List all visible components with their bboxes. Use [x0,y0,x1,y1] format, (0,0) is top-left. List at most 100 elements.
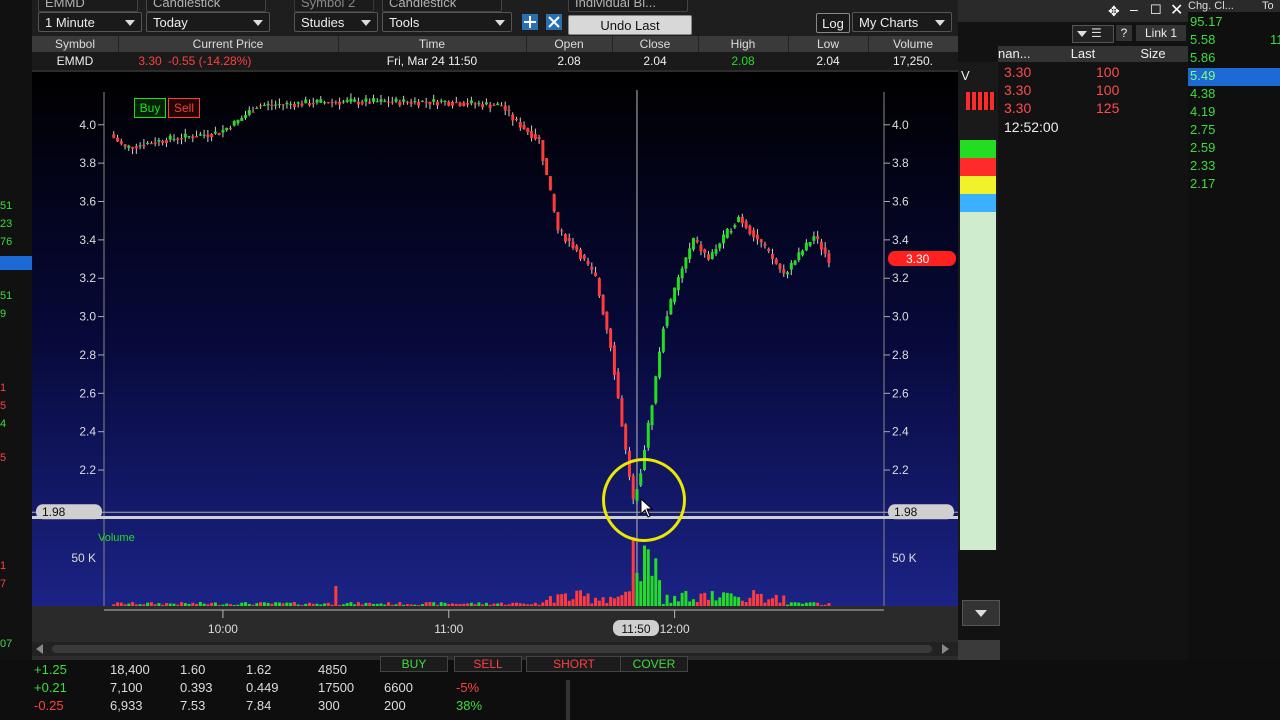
watch-row[interactable]: 2.33 [1188,158,1280,176]
candle [526,128,530,132]
undo-last-button[interactable]: Undo Last [568,15,692,35]
close-icon[interactable]: ✕ [1170,0,1183,20]
help-button[interactable]: ? [1116,25,1132,41]
candle [537,137,541,140]
candle [311,102,315,105]
candle [714,249,718,254]
scroll-left-icon[interactable] [36,644,43,654]
quote-close: 2.04 [643,54,667,68]
quote-header: Open [526,36,613,52]
bottom-divider [566,680,570,720]
candle [379,99,383,102]
candle [699,244,703,252]
watch-row[interactable]: 5.49 [1188,68,1280,86]
horizontal-scrollbar[interactable] [32,642,958,656]
link-button[interactable]: Link 1 [1136,25,1186,41]
buy-button[interactable]: Buy [134,98,166,118]
watch-row[interactable]: 2.17 [1188,176,1280,194]
symbol2-dropdown[interactable]: Symbol 2 [294,0,374,12]
left-strip-value: 51 [0,290,13,302]
move-icon[interactable]: ✥ [1108,3,1120,20]
candle [522,125,526,130]
watchlist-panel: Chg. Cl... To 95.17 5.58 11 5.86 5.49 4.38 4.1… [1188,0,1280,680]
price-tick-label: 3.4 [79,233,96,247]
candle [296,102,300,104]
watch-row[interactable]: 5.58 11 [1188,32,1280,50]
candle [789,262,793,270]
price-tick-label: 3.6 [79,195,96,209]
volume-bar [710,591,714,606]
candle [590,266,594,270]
chart-plot-area[interactable]: 4.0 4.0 3.8 3.8 3.6 3.6 3.4 3.4 3.2 3.2 3.0 3.0 2.8 2… [32,72,958,606]
crosshair-price-label: 1.98 [42,505,66,519]
watch-row[interactable]: 2.75 [1188,122,1280,140]
symbol-dropdown[interactable]: EMMD [38,0,138,12]
interval-dropdown[interactable]: 1 Minute [38,12,142,32]
volume-bar [759,593,763,606]
candle [326,102,330,104]
studies-dropdown[interactable]: Studies [294,12,378,32]
watch-row[interactable]: 4.19 [1188,104,1280,122]
candle [703,249,707,253]
ts-row: 3.30 100 [1004,82,1119,98]
price-tick-label: 2.4 [79,425,96,439]
cursor-arrow-icon [640,497,654,523]
watch-row[interactable]: 5.86 [1188,50,1280,68]
left-strip-value: 5 [0,400,7,412]
log-button[interactable]: Log [816,13,850,33]
volume-bar [774,594,778,606]
tools-dropdown[interactable]: Tools [382,12,512,32]
watch-row[interactable]: 2.59 [1188,140,1280,158]
price-tick-label: 4.0 [79,118,96,132]
chevron-down-icon [1077,31,1087,37]
ts-last: 3.30 [1004,64,1032,80]
order-cover-button[interactable]: COVER [620,656,688,672]
position-cell: 38% [456,698,483,713]
quote-row[interactable]: EMMD 3.30 -0.55 (-14.28%) Fri, Mar 24 11… [32,52,958,70]
scroll-thumb[interactable] [52,645,932,653]
order-sell-button[interactable]: SELL [454,656,522,672]
position-cell: 7,100 [110,680,143,695]
candle [153,142,157,144]
sell-button[interactable]: Sell [168,98,200,118]
position-cell: 0.393 [180,680,213,695]
candle [300,103,304,106]
candle [624,424,628,450]
fit-chart-icon[interactable] [520,12,540,32]
scroll-right-icon[interactable] [942,644,949,654]
candle [488,104,492,108]
watch-row[interactable]: 95.17 [1188,14,1280,32]
watch-row[interactable]: 4.38 [1188,86,1280,104]
candle [119,141,123,144]
order-short-button[interactable]: SHORT [526,656,622,672]
candle [356,101,360,105]
range-dropdown[interactable]: Today [146,12,270,32]
candle [341,101,345,103]
volume-bar [703,592,707,606]
zoom-icon[interactable] [544,12,564,32]
chart-style2-label: Candlestick [389,0,457,10]
minimize-icon[interactable]: – [1130,1,1138,17]
chart-style2-dropdown[interactable]: Candlestick [382,0,502,12]
menu-dropdown[interactable]: ☰ [1072,25,1114,43]
price-chart[interactable]: 4.0 4.0 3.8 3.8 3.6 3.6 3.4 3.4 3.2 3.2 3.0 3.0 2.8 2… [32,72,958,606]
position-cell: 6,933 [110,698,143,713]
candle [778,264,782,270]
order-buy-button[interactable]: BUY [380,656,448,672]
order-dropdown[interactable] [962,600,1000,626]
maximize-icon[interactable]: ☐ [1150,2,1162,18]
volume-bar [643,545,647,606]
candle [812,236,816,241]
my-charts-dropdown[interactable]: My Charts [852,12,952,32]
candle [142,144,146,147]
price-tick-label: 3.2 [79,271,96,285]
ts-size: 125 [1096,100,1120,116]
chart-style-dropdown[interactable]: Candlestick [146,0,266,12]
layout-dropdown[interactable]: Individual Bl... [568,0,688,12]
ts-col-last: Last [1070,46,1096,61]
volume-bar [548,596,552,606]
candle [330,101,334,103]
candle [548,176,552,191]
candle [292,103,296,108]
candle [244,115,248,118]
